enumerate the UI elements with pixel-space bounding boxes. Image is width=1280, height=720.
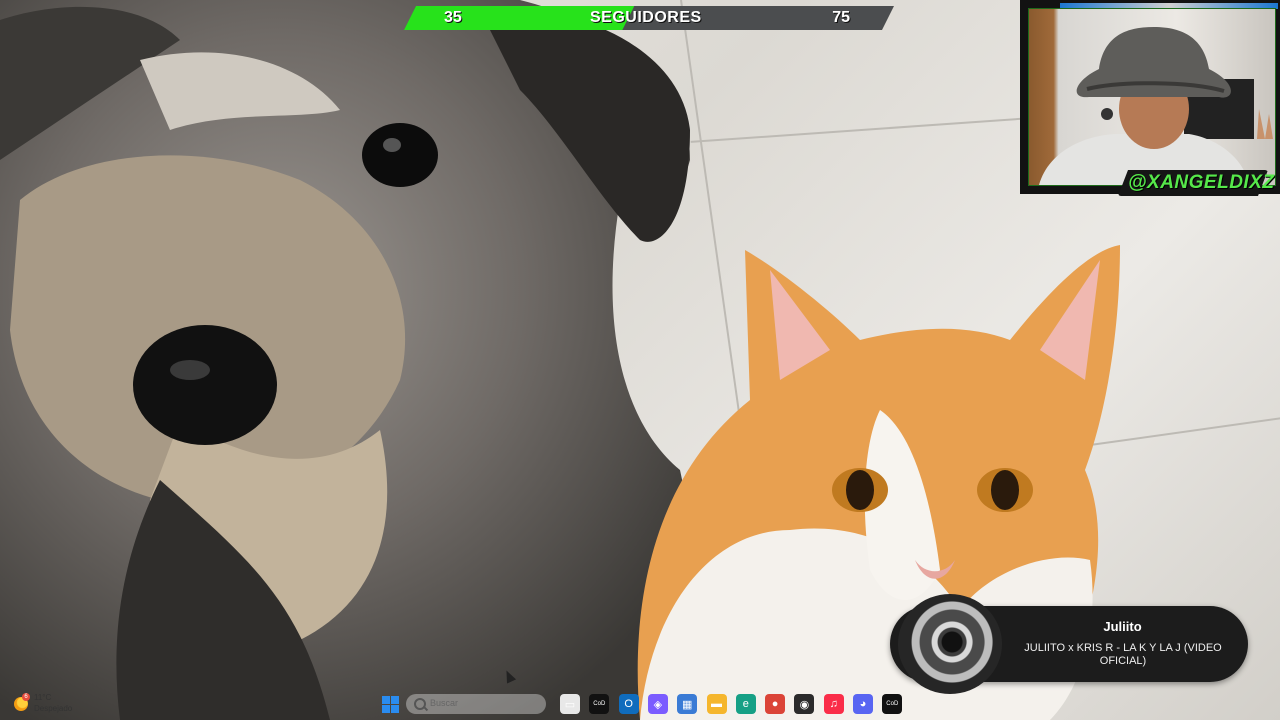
outlook-icon[interactable]: O (618, 694, 639, 714)
obs-icon[interactable]: ◉ (794, 694, 815, 714)
task-view-icon[interactable]: ▭ (560, 694, 580, 714)
streamer-image (1039, 27, 1273, 185)
follower-goal-target: 75 (832, 9, 850, 26)
weather-badge: 6 (22, 693, 30, 701)
windows-logo-icon-part (382, 705, 390, 713)
streamer-handle: @XANGELDIXZ (1128, 172, 1275, 193)
search-placeholder: Buscar (430, 698, 459, 708)
windows-logo-icon-part (391, 705, 399, 713)
follower-goal-bar: 35 SEGUIDORES 75 (404, 6, 894, 30)
discord-icon[interactable]: ◕ (853, 694, 873, 714)
follower-goal-current: 35 (444, 9, 462, 26)
windows-logo-icon (382, 696, 390, 704)
dog-image (0, 0, 697, 720)
weather-description: Despejado (34, 704, 73, 713)
webcam-feed (1028, 8, 1276, 186)
copilot-icon[interactable]: ◈ (647, 694, 668, 714)
windows-logo-icon-part (391, 696, 399, 704)
call-of-duty-icon[interactable]: CoD (589, 694, 610, 714)
weather-temperature: 11°C (34, 693, 52, 702)
store-icon[interactable]: ▦ (677, 694, 698, 714)
taskbar (0, 690, 1280, 720)
now-playing-title: JULIITO x KRIS R - LA K Y LA J (VIDEO OF… (1024, 642, 1222, 667)
edge-icon[interactable]: e (735, 694, 756, 714)
start-button[interactable] (380, 694, 400, 714)
search-icon (414, 698, 426, 710)
now-playing-artist: Juliito (1103, 619, 1142, 634)
webcam-overlay (1020, 0, 1280, 194)
music-icon[interactable]: ♫ (823, 694, 844, 714)
taskbar-search[interactable]: Buscar (406, 694, 546, 714)
file-explorer-icon[interactable]: ▬ (706, 694, 727, 714)
follower-goal-label: SEGUIDORES (590, 9, 702, 26)
chrome-icon[interactable]: ● (765, 694, 786, 714)
album-cover (898, 594, 1002, 694)
call-of-duty-2-icon[interactable]: CoD (882, 694, 903, 714)
